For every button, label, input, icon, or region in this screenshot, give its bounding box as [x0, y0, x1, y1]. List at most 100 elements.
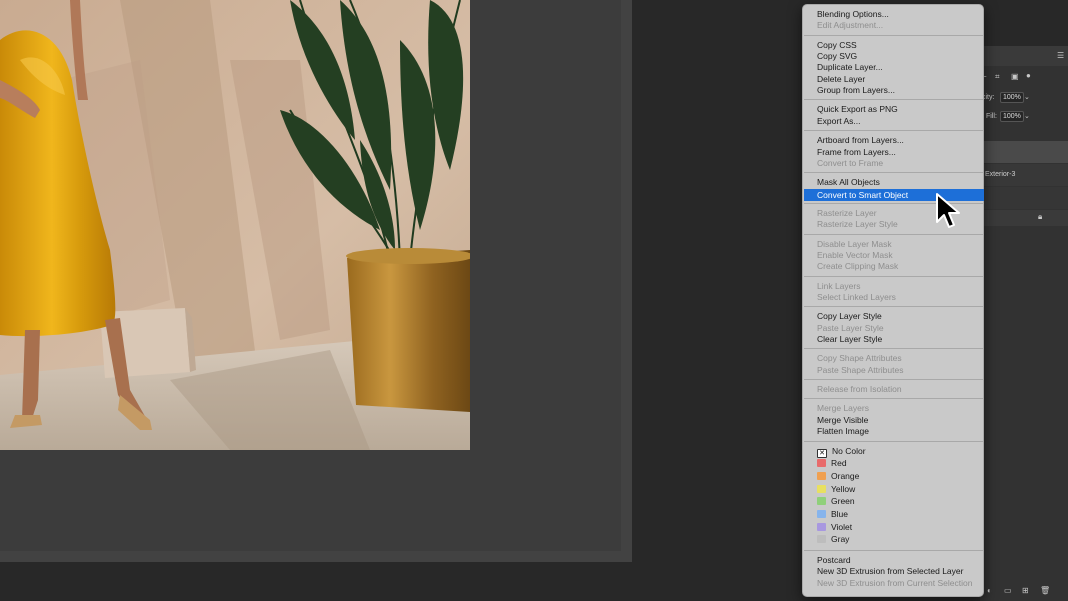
- layer-row[interactable]: [980, 187, 1068, 209]
- lock-icon: 🔒︎: [1038, 212, 1043, 221]
- canvas-pasteboard-edge: [621, 0, 632, 562]
- menu-item-orange[interactable]: Orange: [804, 471, 984, 482]
- menu-item-group-from-layers[interactable]: Group from Layers...: [804, 85, 984, 96]
- menu-item-paste-layer-style: Paste Layer Style: [804, 323, 984, 334]
- menu-item-violet[interactable]: Violet: [804, 522, 984, 533]
- menu-item-label: Copy SVG: [817, 51, 858, 62]
- menu-item-label: Frame from Layers...: [817, 146, 896, 157]
- menu-item-no-color[interactable]: ✕ No Color: [804, 445, 984, 458]
- menu-item-label: Group from Layers...: [817, 85, 895, 96]
- menu-item-label: Rasterize Layer Style: [817, 219, 898, 230]
- menu-item-copy-svg[interactable]: Copy SVG: [804, 51, 984, 62]
- menu-item-label: Mask All Objects: [817, 177, 880, 188]
- menu-item-label: New 3D Extrusion from Selected Layer: [817, 566, 964, 577]
- menu-item-label: Quick Export as PNG: [817, 104, 898, 115]
- menu-item-blending-options[interactable]: Blending Options...: [804, 9, 984, 20]
- menu-item-label: Green: [831, 496, 855, 507]
- document-photo[interactable]: [0, 0, 470, 450]
- fill-label: Fill:: [986, 113, 997, 120]
- new-group-icon[interactable]: ▭: [1004, 586, 1012, 595]
- menu-item-new-3d-extrusion-from-selected-layer[interactable]: New 3D Extrusion from Selected Layer: [804, 566, 984, 577]
- menu-item-red[interactable]: Red: [804, 458, 984, 469]
- menu-item-yellow[interactable]: Yellow: [804, 484, 984, 495]
- menu-item-enable-vector-mask: Enable Vector Mask: [804, 250, 984, 261]
- fill-dropdown-icon[interactable]: ⌄: [1024, 112, 1030, 120]
- menu-item-label: Merge Visible: [817, 414, 869, 425]
- red-swatch-icon: [817, 459, 826, 468]
- menu-item-label: Delete Layer: [817, 73, 866, 84]
- menu-item-label: Export As...: [817, 115, 861, 126]
- menu-item-blue[interactable]: Blue: [804, 509, 984, 520]
- menu-item-copy-css[interactable]: Copy CSS: [804, 40, 984, 51]
- menu-separator: [804, 130, 984, 132]
- menu-item-copy-shape-attributes: Copy Shape Attributes: [804, 353, 984, 364]
- menu-item-clear-layer-style[interactable]: Clear Layer Style: [804, 334, 984, 345]
- filter-transform-icon[interactable]: ⌗: [995, 72, 1000, 82]
- filter-smart-object-icon[interactable]: ▣: [1011, 72, 1019, 81]
- menu-separator: [804, 306, 984, 308]
- panel-menu-icon[interactable]: ☰: [1057, 51, 1064, 60]
- gray-swatch-icon: [817, 535, 826, 544]
- menu-item-label: Edit Adjustment...: [817, 20, 884, 31]
- menu-item-label: Postcard: [817, 555, 851, 566]
- menu-item-green[interactable]: Green: [804, 496, 984, 507]
- menu-separator: [804, 550, 984, 552]
- menu-item-label: Select Linked Layers: [817, 292, 896, 302]
- menu-item-gray[interactable]: Gray: [804, 534, 984, 545]
- menu-item-copy-layer-style[interactable]: Copy Layer Style: [804, 311, 984, 322]
- menu-item-label: Link Layers: [817, 280, 861, 291]
- fill-row: Fill: 100% ⌄: [980, 111, 1068, 125]
- menu-item-label: Gray: [831, 534, 850, 545]
- menu-item-merge-layers: Merge Layers: [804, 403, 984, 414]
- green-swatch-icon: [817, 497, 826, 506]
- menu-item-label: Artboard from Layers...: [817, 135, 904, 146]
- menu-separator: [804, 398, 984, 400]
- menu-item-label: Create Clipping Mask: [817, 261, 899, 272]
- menu-item-artboard-from-layers[interactable]: Artboard from Layers...: [804, 135, 984, 146]
- menu-separator: [804, 172, 984, 174]
- menu-item-label: Duplicate Layer...: [817, 62, 883, 73]
- menu-separator: [804, 233, 984, 235]
- menu-item-export-as[interactable]: Export As...: [804, 116, 984, 127]
- menu-item-flatten-image[interactable]: Flatten Image: [804, 426, 984, 437]
- menu-item-label: Copy Layer Style: [817, 311, 882, 322]
- menu-item-label: Copy Shape Attributes: [817, 353, 902, 364]
- background-layer-row[interactable]: 🔒︎: [980, 210, 1068, 226]
- opacity-dropdown-icon[interactable]: ⌄: [1024, 93, 1030, 101]
- layer-row[interactable]: Exterior-3: [980, 164, 1068, 186]
- menu-item-quick-export-as-png[interactable]: Quick Export as PNG: [804, 104, 984, 115]
- menu-item-create-clipping-mask: Create Clipping Mask: [804, 261, 984, 272]
- menu-item-release-from-isolation: Release from Isolation: [804, 384, 984, 395]
- menu-item-link-layers: Link Layers: [804, 281, 984, 292]
- opacity-field[interactable]: 100%: [1000, 92, 1024, 103]
- menu-item-select-linked-layers: Select Linked Layers: [804, 292, 984, 303]
- menu-item-mask-all-objects[interactable]: Mask All Objects: [804, 177, 984, 188]
- menu-item-postcard[interactable]: Postcard: [804, 555, 984, 566]
- delete-layer-icon[interactable]: 🗑︎: [1040, 586, 1050, 595]
- new-layer-icon[interactable]: ⊞: [1022, 586, 1029, 595]
- fill-field[interactable]: 100%: [1000, 111, 1024, 122]
- menu-item-disable-layer-mask: Disable Layer Mask: [804, 239, 984, 250]
- layer-context-menu: Blending Options... Edit Adjustment... Cop…: [802, 4, 984, 597]
- menu-item-label: No Color: [832, 445, 866, 456]
- menu-item-label: Blue: [831, 509, 849, 519]
- menu-item-label: Disable Layer Mask: [817, 238, 892, 249]
- menu-item-label: Paste Layer Style: [817, 322, 884, 333]
- adjustment-layer-icon[interactable]: ◐: [987, 586, 992, 595]
- layer-row-selected[interactable]: [980, 141, 1068, 163]
- no-color-swatch-icon: ✕: [817, 448, 827, 458]
- filter-toggle-icon[interactable]: ●: [1026, 71, 1031, 80]
- menu-item-label: Clear Layer Style: [817, 334, 883, 345]
- menu-item-new-3d-extrusion-from-current-selection: New 3D Extrusion from Current Selection: [804, 578, 984, 589]
- menu-item-delete-layer[interactable]: Delete Layer: [804, 74, 984, 85]
- layers-bottom-toolbar: ◐ ▭ ⊞ 🗑︎: [980, 584, 1068, 600]
- menu-item-label: Red: [831, 458, 847, 469]
- menu-item-frame-from-layers[interactable]: Frame from Layers...: [804, 147, 984, 158]
- menu-item-duplicate-layer[interactable]: Duplicate Layer...: [804, 62, 984, 73]
- violet-swatch-icon: [817, 522, 826, 531]
- layer-name: Exterior-3: [985, 171, 1016, 178]
- menu-item-label: Copy CSS: [817, 39, 857, 50]
- menu-item-paste-shape-attributes: Paste Shape Attributes: [804, 365, 984, 376]
- layer-filter-bar: ⌐ ⌗ ▣ ●: [980, 70, 1068, 86]
- menu-item-merge-visible[interactable]: Merge Visible: [804, 415, 984, 426]
